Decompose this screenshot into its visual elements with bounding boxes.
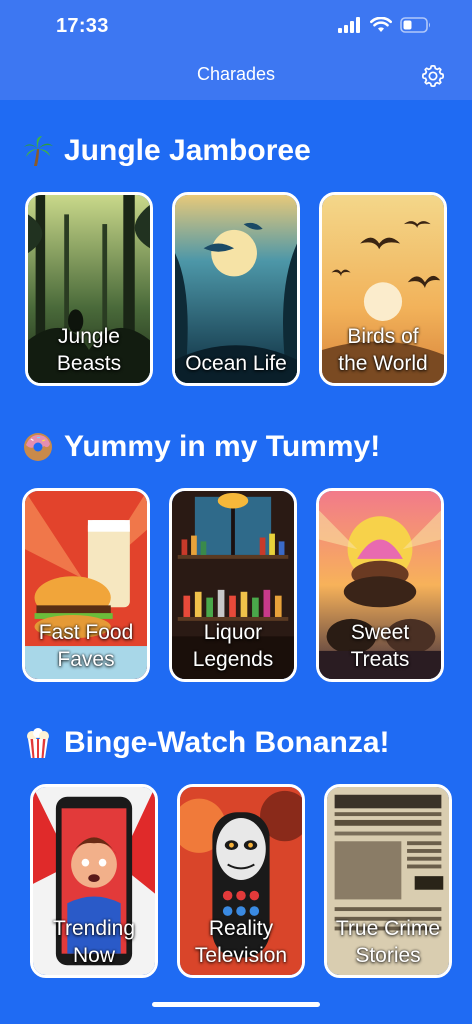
home-indicator[interactable] (152, 1002, 320, 1007)
category-card[interactable]: True Crime Stories (324, 784, 452, 978)
card-label: Birds of the World (338, 325, 428, 375)
category-card[interactable]: Sweet Treats (316, 488, 444, 682)
card-label: Reality Television (194, 917, 288, 967)
palm-tree-icon (24, 136, 53, 166)
card-row-food[interactable]: Fast Food Faves Liquor Legends Sweet Tre… (0, 488, 472, 688)
card-label: Sweet Treats (350, 621, 410, 671)
status-bar: 17:33 (0, 0, 472, 52)
category-card[interactable]: Reality Television (177, 784, 305, 978)
status-time: 17:33 (56, 15, 109, 37)
popcorn-icon (27, 728, 49, 758)
section-title-text: Binge-Watch Bonanza! (64, 726, 390, 759)
section-title-text: Jungle Jamboree (64, 134, 311, 167)
section-title-binge: Binge-Watch Bonanza! (22, 726, 390, 760)
card-label: Jungle Beasts (56, 325, 122, 375)
section-title-jungle: Jungle Jamboree (22, 134, 311, 168)
category-card[interactable]: Fast Food Faves (22, 488, 150, 682)
card-label: Ocean Life (185, 352, 287, 375)
donut-icon (24, 433, 52, 461)
card-label: True Crime Stories (335, 917, 441, 967)
card-row-jungle[interactable]: Jungle Beasts Ocean Life Birds of the Wo… (0, 192, 472, 392)
category-card[interactable]: Trending Now (30, 784, 158, 978)
gear-icon[interactable] (420, 63, 446, 89)
battery-icon (400, 17, 430, 33)
card-label: Trending Now (52, 917, 136, 967)
card-row-binge[interactable]: Trending Now Reality Television True Cri… (0, 784, 472, 984)
status-icons (338, 17, 432, 33)
card-label: Liquor Legends (192, 621, 274, 671)
category-card[interactable]: Birds of the World (319, 192, 447, 386)
section-title-food: Yummy in my Tummy! (22, 430, 380, 464)
section-title-text: Yummy in my Tummy! (64, 430, 381, 463)
category-card[interactable]: Ocean Life (172, 192, 300, 386)
cellular-signal-icon (338, 17, 360, 33)
page-title: Charades (196, 64, 276, 84)
card-label: Fast Food Faves (38, 621, 134, 671)
wifi-icon (370, 17, 392, 32)
header: 17:33 Charades (0, 0, 472, 100)
category-card[interactable]: Jungle Beasts (25, 192, 153, 386)
category-card[interactable]: Liquor Legends (169, 488, 297, 682)
